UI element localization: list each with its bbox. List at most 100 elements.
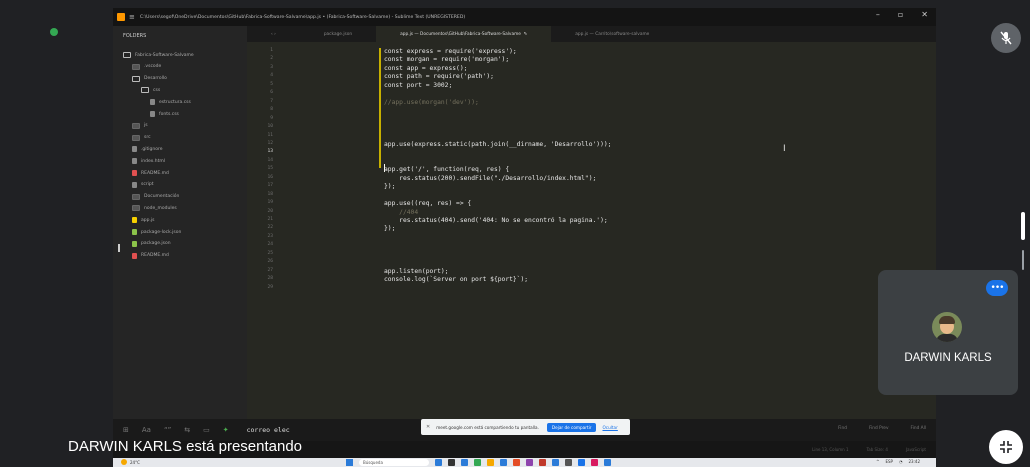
close-icon[interactable]: ✕ bbox=[921, 10, 928, 19]
line-number: 12 bbox=[267, 140, 273, 146]
modified-line-marker bbox=[379, 48, 381, 168]
code-line[interactable]: const app = express(); bbox=[384, 65, 467, 72]
word-toggle-icon[interactable]: “” bbox=[164, 426, 171, 434]
status-tab-size[interactable]: Tab Size: 4 bbox=[867, 447, 888, 452]
sidebar-item[interactable]: package-lock.json bbox=[132, 227, 181, 237]
code-line[interactable]: app.use((req, res) => { bbox=[384, 200, 471, 207]
code-line[interactable]: //app.use(morgan('dev')); bbox=[384, 99, 479, 106]
find-prev-button[interactable]: Find Prev bbox=[869, 426, 889, 431]
sidebar-item[interactable]: app.js bbox=[132, 215, 155, 225]
file-icon bbox=[132, 217, 137, 224]
code-line[interactable]: //404 bbox=[384, 209, 418, 216]
tab-close-icon[interactable]: ✎ bbox=[524, 32, 528, 37]
tray-chevron-icon[interactable]: ^ bbox=[876, 459, 879, 464]
line-number: 4 bbox=[270, 73, 273, 79]
code-line[interactable]: app.get('/', function(req, res) { bbox=[384, 166, 509, 173]
find-button[interactable]: Find bbox=[838, 426, 847, 431]
layout-toggle-button[interactable] bbox=[989, 430, 1023, 464]
sidebar-item[interactable]: .vscode bbox=[132, 62, 161, 72]
highlight-toggle-icon[interactable]: ✦ bbox=[223, 426, 229, 434]
case-toggle-icon[interactable]: Aa bbox=[142, 426, 151, 434]
tray-wifi-icon[interactable]: ◔ bbox=[899, 459, 903, 464]
code-line[interactable]: const morgan = require('morgan'); bbox=[384, 56, 509, 63]
sidebar-item[interactable]: script bbox=[132, 180, 154, 190]
regex-toggle-icon[interactable]: ⊞ bbox=[123, 426, 129, 434]
folder-icon bbox=[132, 122, 140, 129]
hide-notice-link[interactable]: Ocultar bbox=[602, 425, 617, 430]
taskbar-app-icon[interactable] bbox=[565, 459, 572, 466]
code-line[interactable]: const port = 3002; bbox=[384, 82, 452, 89]
code-line[interactable]: app.use(express.static(path.join(__dirna… bbox=[384, 141, 611, 148]
tile-scrollbar-track[interactable] bbox=[1022, 250, 1024, 270]
taskbar-app-icon[interactable] bbox=[578, 459, 585, 466]
code-line[interactable]: }); bbox=[384, 183, 395, 190]
taskbar-app-icon[interactable] bbox=[461, 459, 468, 466]
selection-toggle-icon[interactable]: ▭ bbox=[203, 426, 210, 434]
taskbar-app-icon[interactable] bbox=[539, 459, 546, 466]
sidebar-item[interactable]: fonts.css bbox=[150, 109, 179, 119]
wrap-toggle-icon[interactable]: ⇆ bbox=[184, 426, 190, 434]
find-input[interactable]: correo elec bbox=[247, 426, 290, 434]
tray-clock[interactable]: 23:42 bbox=[908, 459, 920, 464]
collapse-icon bbox=[1000, 441, 1012, 453]
tab-app-js-carrito[interactable]: app.js — Carrito\software-salvame bbox=[551, 32, 673, 37]
sidebar-item[interactable]: README.md bbox=[132, 251, 169, 261]
find-all-button[interactable]: Find All bbox=[911, 426, 927, 431]
sidebar-item[interactable]: src bbox=[132, 133, 151, 143]
tab-package-json[interactable]: package.json bbox=[300, 32, 376, 37]
maximize-icon[interactable]: ▫ bbox=[898, 10, 903, 19]
sidebar-item[interactable]: index.html bbox=[132, 156, 165, 166]
stop-sharing-button[interactable]: Dejar de compartir bbox=[546, 422, 597, 432]
share-notice-close-icon[interactable]: ✕ bbox=[426, 424, 430, 430]
sidebar-item[interactable]: estructura.css bbox=[150, 97, 191, 107]
taskbar-app-icon[interactable] bbox=[474, 459, 481, 466]
taskbar-app-icon[interactable] bbox=[591, 459, 598, 466]
sidebar-item-label: script bbox=[141, 182, 154, 188]
sidebar-item[interactable]: Desarrollo bbox=[132, 74, 167, 84]
sublime-logo-icon bbox=[117, 13, 125, 21]
code-line[interactable]: const express = require('express'); bbox=[384, 48, 517, 55]
folder-icon bbox=[132, 134, 140, 141]
more-options-icon[interactable]: ••• bbox=[986, 280, 1008, 296]
code-line[interactable]: console.log(`Server on port ${port}`); bbox=[384, 276, 528, 283]
code-line[interactable]: res.status(200).sendFile("./Desarrollo/i… bbox=[384, 175, 596, 182]
mic-off-icon[interactable] bbox=[991, 23, 1021, 53]
sidebar-item[interactable]: css bbox=[141, 85, 160, 95]
code-line[interactable]: res.status(404).send('404: No se encontr… bbox=[384, 217, 608, 224]
taskbar-app-icon[interactable] bbox=[487, 459, 494, 466]
hamburger-menu-icon[interactable]: ≡ bbox=[129, 13, 135, 21]
code-line[interactable]: app.listen(port); bbox=[384, 268, 448, 275]
line-number: 27 bbox=[267, 267, 273, 273]
minimize-icon[interactable]: – bbox=[876, 10, 880, 19]
file-icon bbox=[132, 146, 137, 153]
weather-widget[interactable]: 24°C bbox=[121, 459, 140, 465]
tray-lang[interactable]: ESP bbox=[885, 459, 892, 464]
line-number: 5 bbox=[270, 81, 273, 87]
taskbar-app-icon[interactable] bbox=[526, 459, 533, 466]
taskbar-app-icon[interactable] bbox=[552, 459, 559, 466]
taskbar-app-icon[interactable] bbox=[448, 459, 455, 466]
taskbar-app-icon[interactable] bbox=[435, 459, 442, 466]
tile-scrollbar-thumb[interactable] bbox=[1021, 212, 1025, 240]
tab-app-js[interactable]: app.js — Documentos\GitHub\Fabrica-Softw… bbox=[376, 26, 552, 42]
tab-nav-arrows[interactable]: ‹ › bbox=[247, 32, 300, 37]
sidebar-item[interactable]: js bbox=[132, 121, 148, 131]
sidebar-item[interactable]: Fabrica-Software-Salvame bbox=[123, 50, 194, 60]
code-editor[interactable]: ‹ › package.json app.js — Documentos\Git… bbox=[247, 26, 936, 419]
taskbar-app-icon[interactable] bbox=[500, 459, 507, 466]
taskbar-app-icon[interactable] bbox=[604, 459, 611, 466]
code-line[interactable]: }); bbox=[384, 225, 395, 232]
status-syntax[interactable]: JavaScript bbox=[906, 447, 926, 452]
sidebar-item[interactable]: .gitignore bbox=[132, 144, 163, 154]
participant-tile[interactable]: ••• DARWIN KARLS bbox=[878, 270, 1018, 395]
windows-start-icon[interactable] bbox=[346, 459, 353, 466]
sidebar-item[interactable]: node_modules bbox=[132, 203, 177, 213]
code-line[interactable]: const path = require('path'); bbox=[384, 73, 494, 80]
sidebar-header: FOLDERS bbox=[123, 33, 147, 39]
sidebar-item[interactable]: README.md bbox=[132, 168, 169, 178]
sidebar-item[interactable]: package.json bbox=[132, 239, 171, 249]
taskbar-app-icon[interactable] bbox=[513, 459, 520, 466]
sidebar-item[interactable]: Documentación bbox=[132, 192, 179, 202]
sidebar-item-label: README.md bbox=[141, 170, 169, 176]
taskbar-search[interactable]: Búsqueda bbox=[359, 459, 429, 466]
